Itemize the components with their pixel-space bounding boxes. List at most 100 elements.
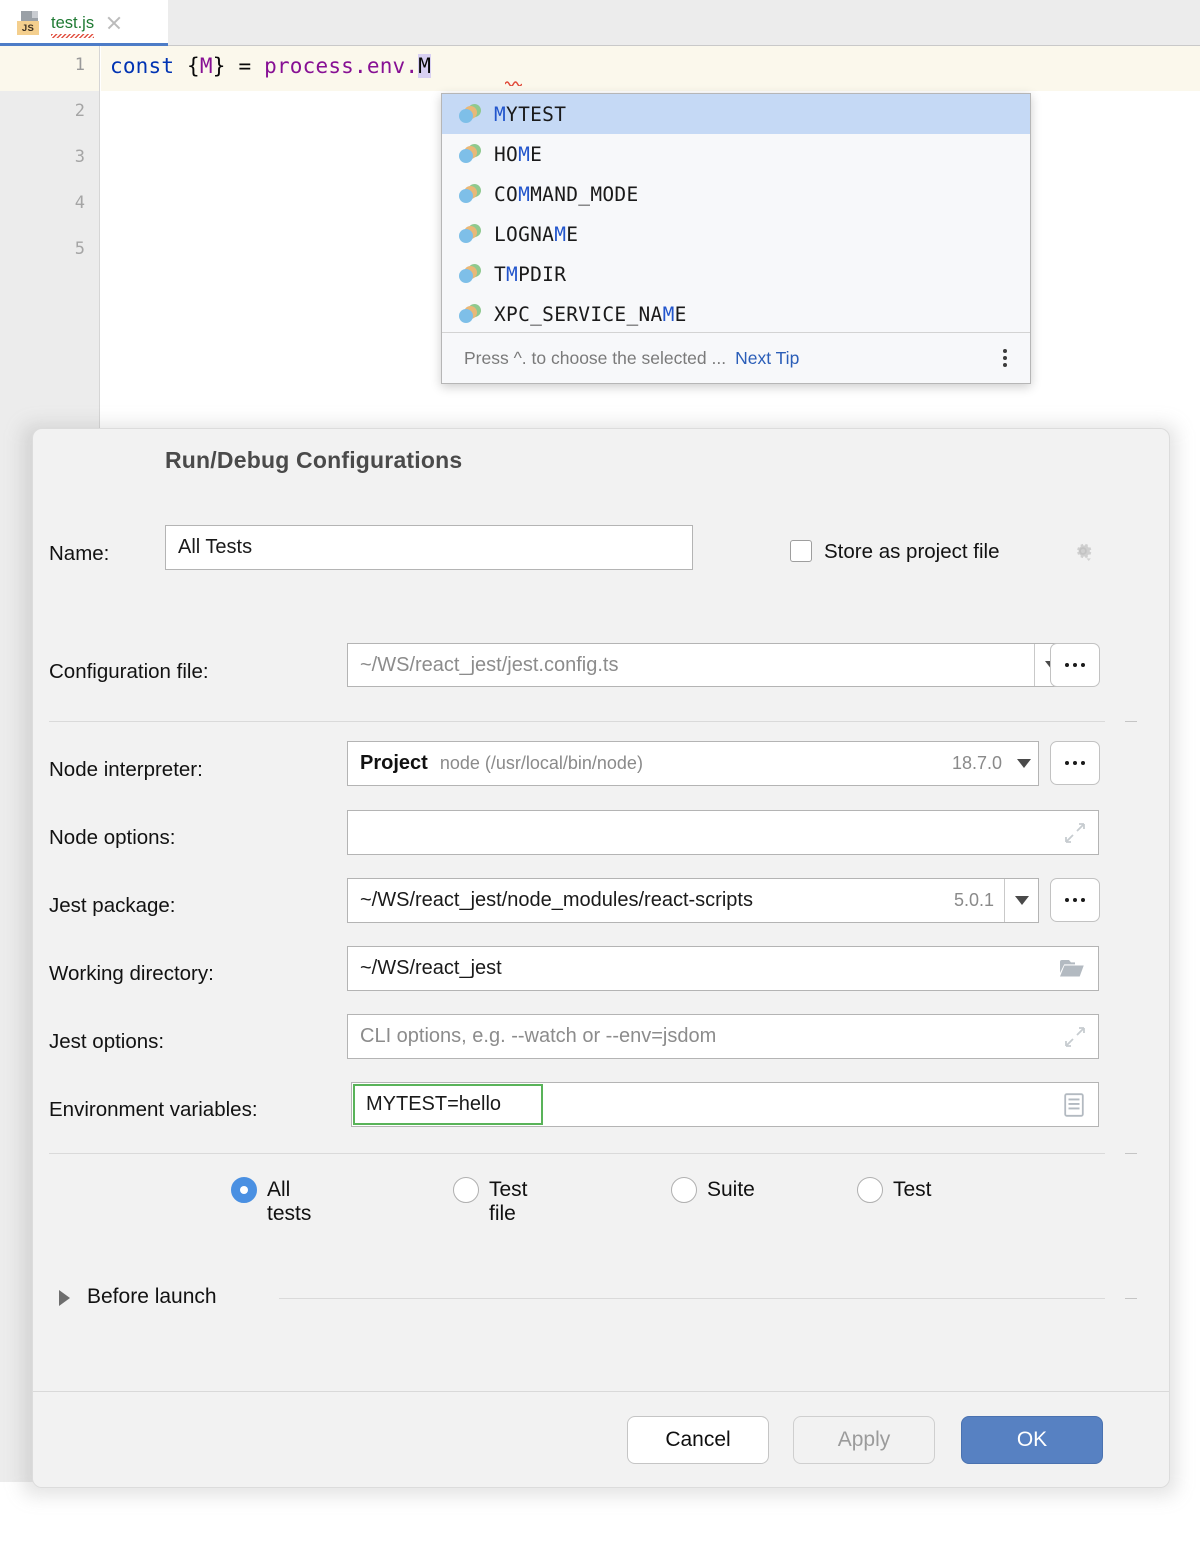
node-options-input[interactable] [347,810,1099,855]
completion-item-xpc-service-name[interactable]: XPC_SERVICE_NAME [442,294,1030,334]
completion-popup-footer: Press ^. to choose the selected ... Next… [442,332,1030,383]
list-icon[interactable] [1064,1093,1084,1117]
env-variable-icon [458,223,484,245]
node-interpreter-label: Node interpreter: [49,758,203,782]
line-number: 5 [75,239,85,259]
token-const: const [110,54,174,78]
radio-all-tests-label[interactable]: All tests [267,1178,311,1226]
ok-button[interactable]: OK [961,1416,1103,1464]
configuration-file-value: ~/WS/react_jest/jest.config.ts [348,654,618,677]
before-launch-label[interactable]: Before launch [87,1285,217,1309]
line-number: 4 [75,193,85,213]
completion-label: MYTEST [494,103,566,126]
node-options-label: Node options: [49,826,176,850]
jest-package-browse-button[interactable] [1050,878,1100,922]
radio-all-tests[interactable] [231,1177,257,1203]
error-squiggle-icon [505,79,522,86]
jest-options-input[interactable]: CLI options, e.g. --watch or --env=jsdom [347,1014,1099,1059]
code-completion-popup[interactable]: MYTEST HOME COMMAND_MODE LOGNAME TMPDIR [441,93,1031,384]
environment-variables-label: Environment variables: [49,1098,258,1122]
node-interpreter-path: node (/usr/local/bin/node) [440,753,643,774]
node-interpreter-version: 18.7.0 [952,753,1002,774]
name-label: Name: [49,542,109,566]
token-destructured-m: M [200,54,213,78]
gear-icon[interactable] [1071,539,1095,563]
close-icon[interactable] [106,15,122,31]
completion-label: LOGNAME [494,223,578,246]
token-equals: = [238,54,264,78]
completion-label: COMMAND_MODE [494,183,639,206]
folder-icon[interactable] [1060,959,1086,979]
scope-separator [49,1153,1105,1154]
completion-item-command-mode[interactable]: COMMAND_MODE [442,174,1030,214]
before-launch-separator [279,1298,1105,1299]
env-variable-icon [458,143,484,165]
scope-separator-end [1125,1153,1137,1154]
radio-suite[interactable] [671,1177,697,1203]
radio-test-file-label[interactable]: Test file [489,1178,528,1226]
env-variable-icon [458,183,484,205]
token-brace-close: } [213,54,239,78]
expand-icon[interactable] [1064,822,1086,844]
line-number: 2 [75,101,85,121]
completion-label: XPC_SERVICE_NAME [494,303,687,326]
completion-label: HOME [494,143,542,166]
completion-item-home[interactable]: HOME [442,134,1030,174]
code-line-1: const {M} = process.env.M [110,54,431,78]
radio-test[interactable] [857,1177,883,1203]
jest-options-label: Jest options: [49,1030,164,1054]
line-number: 3 [75,147,85,167]
configuration-file-browse-button[interactable] [1050,643,1100,687]
token-typed-char: M [418,54,431,78]
radio-test-file[interactable] [453,1177,479,1203]
editor-tab-bar: JS test.js [0,0,1200,46]
editor-tab-label: test.js [51,14,94,33]
env-variable-icon [458,303,484,325]
completion-item-logname[interactable]: LOGNAME [442,214,1030,254]
working-directory-value: ~/WS/react_jest [348,957,502,980]
apply-button[interactable]: Apply [793,1416,935,1464]
jest-package-label: Jest package: [49,894,176,918]
name-input[interactable]: All Tests [165,525,693,570]
editor-tab-test-js[interactable]: JS test.js [0,0,168,46]
store-as-project-file-checkbox[interactable] [790,540,812,562]
configuration-file-label: Configuration file: [49,660,209,684]
node-interpreter-dropdown-arrow[interactable] [1010,742,1038,785]
env-variable-icon [458,263,484,285]
completion-item-list[interactable]: MYTEST HOME COMMAND_MODE LOGNAME TMPDIR [442,94,1030,334]
working-directory-input[interactable]: ~/WS/react_jest [347,946,1099,991]
expand-icon[interactable] [1064,1026,1086,1048]
token-object-path: process.env. [264,54,418,78]
node-interpreter-combo[interactable]: Project node (/usr/local/bin/node) 18.7.… [347,741,1039,786]
jest-package-dropdown-arrow[interactable] [1004,879,1038,922]
jest-options-placeholder: CLI options, e.g. --watch or --env=jsdom [348,1025,716,1048]
jest-package-combo[interactable]: ~/WS/react_jest/node_modules/react-scrip… [347,878,1039,923]
jest-package-version: 5.0.1 [954,890,994,911]
configuration-file-input[interactable]: ~/WS/react_jest/jest.config.ts [347,643,1069,687]
completion-hint-text: Press ^. to choose the selected ... [464,348,726,369]
completion-item-mytest[interactable]: MYTEST [442,94,1030,134]
node-interpreter-scope: Project [348,752,428,775]
js-file-icon: JS [16,10,42,36]
more-options-icon[interactable] [996,347,1014,369]
token-brace-open: { [174,54,200,78]
before-launch-separator-end [1125,1298,1137,1299]
dialog-title: Run/Debug Configurations [165,447,462,474]
completion-item-tmpdir[interactable]: TMPDIR [442,254,1030,294]
node-interpreter-browse-button[interactable] [1050,741,1100,785]
run-debug-configurations-dialog: Run/Debug Configurations Name: All Tests… [32,428,1170,1488]
cancel-button[interactable]: Cancel [627,1416,769,1464]
expand-triangle-icon[interactable] [59,1290,70,1306]
working-directory-label: Working directory: [49,962,214,986]
completion-label: TMPDIR [494,263,566,286]
radio-suite-label[interactable]: Suite [707,1178,755,1202]
next-tip-link[interactable]: Next Tip [735,348,799,369]
env-variable-icon [458,103,484,125]
section-separator-end [1125,721,1137,722]
store-as-project-file-label: Store as project file [824,540,999,564]
js-badge-label: JS [17,21,39,35]
line-number: 1 [75,55,85,75]
name-input-value: All Tests [166,536,252,559]
section-separator [49,721,1105,722]
radio-test-label[interactable]: Test [893,1178,932,1202]
